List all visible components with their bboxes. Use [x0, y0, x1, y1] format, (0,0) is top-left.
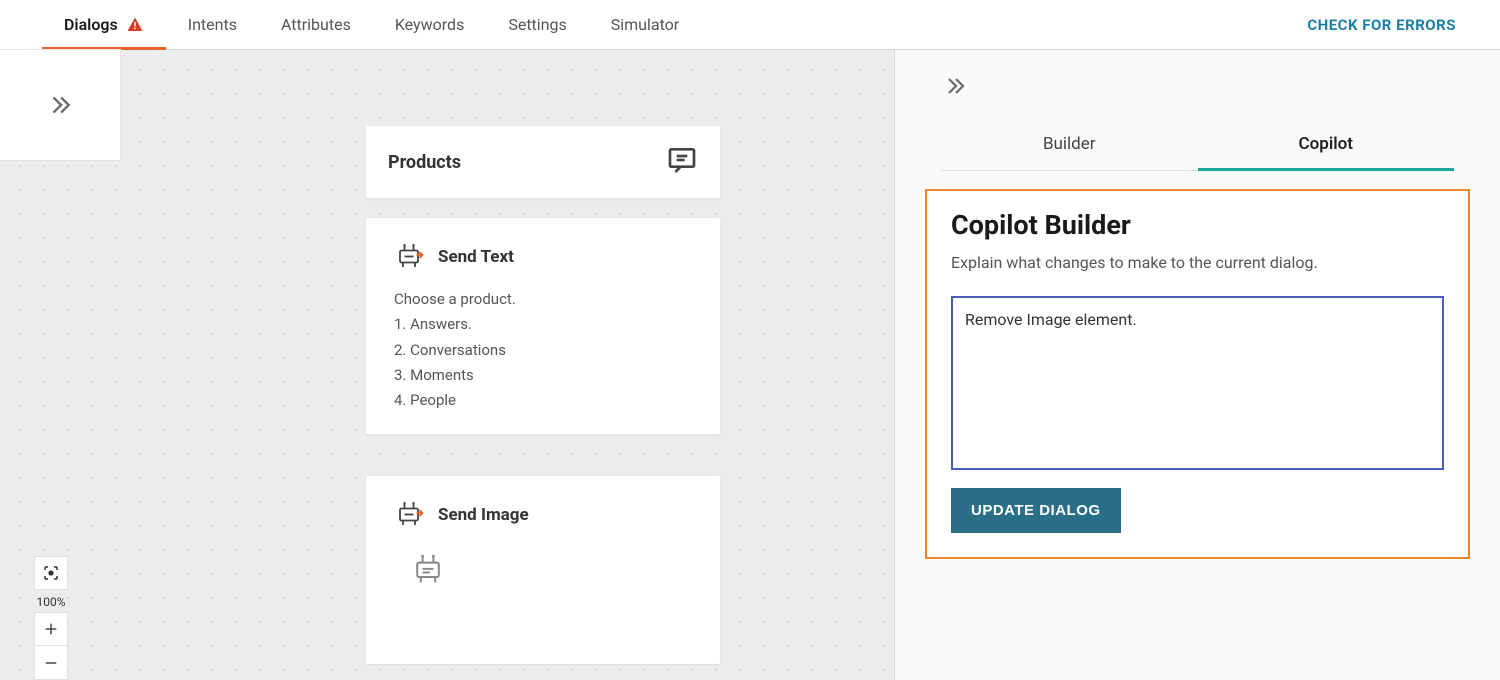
topbar: Dialogs Intents Attributes Keywords Sett…	[0, 0, 1500, 50]
card-body: Choose a product. 1. Answers. 2. Convers…	[394, 288, 692, 412]
check-errors-label: CHECK FOR ERRORS	[1307, 16, 1456, 34]
node-title: Products	[388, 152, 461, 173]
card-title: Send Text	[438, 247, 514, 267]
minus-icon	[43, 655, 59, 671]
bot-icon	[394, 240, 424, 274]
zoom-in-button[interactable]	[34, 612, 68, 646]
tab-label: Settings	[508, 15, 566, 34]
bot-placeholder-icon	[410, 550, 446, 586]
tablist: Dialogs Intents Attributes Keywords Sett…	[0, 0, 701, 49]
dialog-card-send-text[interactable]: Send Text Choose a product. 1. Answers. …	[366, 218, 720, 434]
panel-tab-copilot[interactable]: Copilot	[1198, 120, 1455, 171]
copilot-builder-box: Copilot Builder Explain what changes to …	[925, 189, 1470, 559]
panel-tab-builder[interactable]: Builder	[941, 120, 1198, 171]
update-dialog-button[interactable]: UPDATE DIALOG	[951, 488, 1121, 533]
tab-simulator[interactable]: Simulator	[589, 0, 701, 49]
right-panel: Builder Copilot Copilot Builder Explain …	[894, 50, 1500, 680]
copilot-input[interactable]	[951, 296, 1444, 470]
text-line: Choose a product.	[394, 288, 692, 311]
check-errors-button[interactable]: CHECK FOR ERRORS	[1263, 0, 1500, 49]
zoom-center-button[interactable]	[34, 556, 68, 590]
text-line: 3. Moments	[394, 364, 692, 387]
tab-keywords[interactable]: Keywords	[373, 0, 487, 49]
node-header: Products	[366, 126, 720, 198]
card-title: Send Image	[438, 505, 529, 525]
bot-icon	[394, 498, 424, 532]
chat-bubble-icon	[666, 144, 698, 180]
button-label: UPDATE DIALOG	[971, 502, 1101, 519]
tab-label: Dialogs	[64, 15, 118, 34]
panel-tab-label: Builder	[1043, 134, 1096, 154]
tab-attributes[interactable]: Attributes	[259, 0, 373, 49]
zoom-percent: 100%	[34, 592, 68, 612]
warning-icon	[126, 16, 144, 34]
dialog-card-send-image[interactable]: Send Image	[366, 476, 720, 664]
tab-label: Simulator	[611, 15, 679, 34]
workspace: Products Send Text Choose a product. 1. …	[0, 50, 1500, 680]
text-line: 1. Answers.	[394, 313, 692, 336]
tab-label: Intents	[188, 15, 237, 34]
card-header: Send Image	[394, 498, 692, 532]
copilot-description: Explain what changes to make to the curr…	[951, 253, 1444, 272]
tab-label: Attributes	[281, 15, 351, 34]
center-focus-icon	[42, 564, 60, 582]
zoom-controls: 100%	[34, 556, 68, 680]
copilot-title: Copilot Builder	[951, 209, 1444, 241]
chevron-double-right-icon	[943, 74, 967, 98]
text-line: 2. Conversations	[394, 339, 692, 362]
tab-intents[interactable]: Intents	[166, 0, 259, 49]
tab-dialogs[interactable]: Dialogs	[42, 0, 166, 49]
canvas[interactable]: Products Send Text Choose a product. 1. …	[0, 50, 894, 680]
chevron-double-right-icon	[47, 92, 73, 118]
panel-expand-button[interactable]	[925, 62, 985, 110]
tab-label: Keywords	[395, 15, 465, 34]
image-placeholder	[410, 550, 692, 590]
panel-tab-label: Copilot	[1299, 134, 1353, 154]
dialog-node-products[interactable]: Products	[366, 126, 720, 198]
zoom-out-button[interactable]	[34, 646, 68, 680]
sidebar-expand-button[interactable]	[0, 50, 120, 160]
text-line: 4. People	[394, 389, 692, 412]
card-header: Send Text	[394, 240, 692, 274]
panel-tabs: Builder Copilot	[941, 120, 1454, 171]
tab-settings[interactable]: Settings	[486, 0, 588, 49]
plus-icon	[43, 621, 59, 637]
